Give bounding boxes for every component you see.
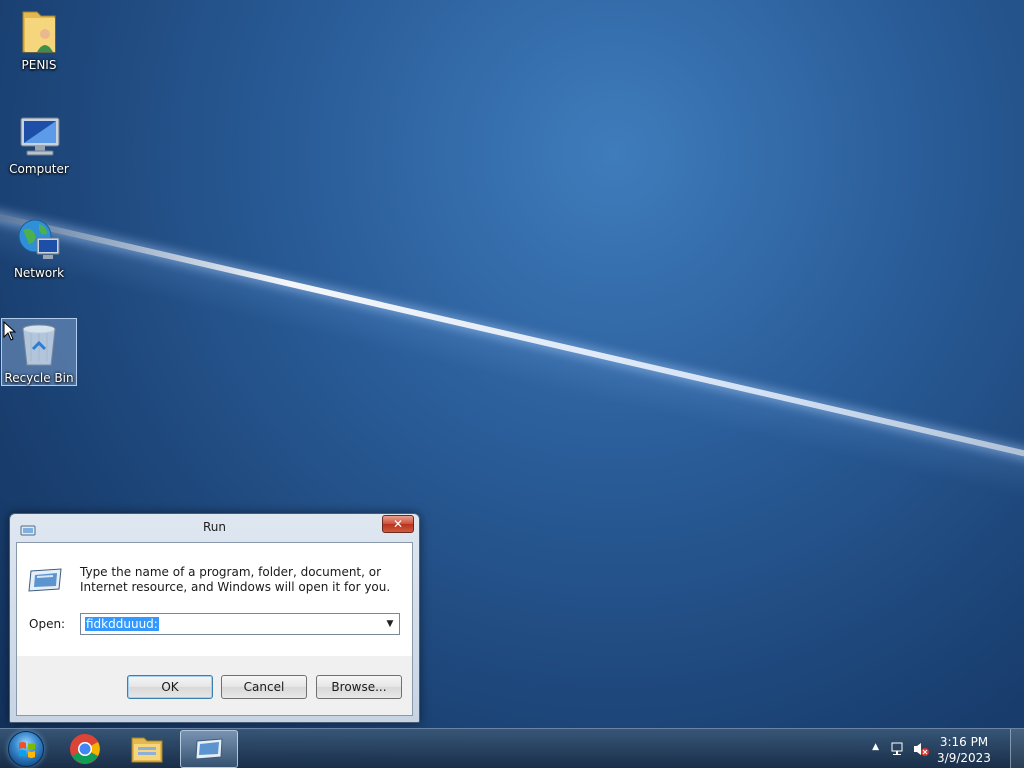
network-icon <box>15 216 63 264</box>
explorer-icon <box>131 737 163 763</box>
taskbar-chrome[interactable] <box>56 730 114 768</box>
ok-button[interactable]: OK <box>127 675 213 699</box>
run-program-icon <box>27 567 63 593</box>
desktop-icon-label: Computer <box>9 162 69 176</box>
desktop-icon-label: Network <box>13 266 65 280</box>
title-bar[interactable]: Run ✕ <box>10 514 419 540</box>
desktop-icon-network[interactable]: Network <box>1 214 77 282</box>
cancel-button[interactable]: Cancel <box>221 675 307 699</box>
dialog-client-area: Type the name of a program, folder, docu… <box>16 542 413 716</box>
close-icon: ✕ <box>392 517 404 531</box>
chrome-icon <box>70 734 100 764</box>
clock[interactable]: 3:16 PM 3/9/2023 <box>934 734 994 766</box>
clock-date: 3/9/2023 <box>937 751 991 765</box>
show-desktop-button[interactable] <box>1010 729 1024 768</box>
desktop-icon-folder[interactable]: PENIS <box>1 6 77 74</box>
computer-icon <box>15 112 63 160</box>
dialog-content-panel: Type the name of a program, folder, docu… <box>17 543 412 656</box>
taskbar-run[interactable] <box>180 730 238 768</box>
desktop-icon-computer[interactable]: Computer <box>1 110 77 178</box>
volume-muted-icon[interactable] <box>912 741 930 761</box>
desktop-icon-label: Recycle Bin <box>4 371 74 385</box>
run-icon <box>195 738 223 760</box>
open-label: Open: <box>29 617 66 631</box>
desktop-icon-label: PENIS <box>21 58 57 72</box>
dialog-title: Run <box>202 520 226 534</box>
taskbar-explorer[interactable] <box>118 730 176 768</box>
browse-button[interactable]: Browse... <box>316 675 402 699</box>
open-combobox[interactable]: fidkdduuud: ▼ <box>80 613 400 635</box>
network-status-icon[interactable] <box>890 741 906 761</box>
run-dialog: Run ✕ Type the name of a program, folder… <box>9 513 420 723</box>
dialog-description: Type the name of a program, folder, docu… <box>80 565 391 594</box>
show-hidden-icons-button[interactable]: ▲ <box>872 742 879 752</box>
close-button[interactable]: ✕ <box>382 515 414 533</box>
recycle-bin-icon <box>15 321 63 369</box>
windows-logo-icon <box>19 742 35 758</box>
taskbar: ▲ 3:16 PM 3/9/2023 <box>0 728 1024 768</box>
user-folder-icon <box>15 8 63 56</box>
clock-time: 3:16 PM <box>939 735 989 749</box>
mouse-cursor-icon <box>3 320 17 345</box>
chevron-down-icon[interactable]: ▼ <box>383 617 397 631</box>
open-input[interactable]: fidkdduuud: <box>85 617 159 631</box>
desktop: PENIS Computer Network Recycle Bin Run ✕… <box>0 0 1024 728</box>
start-button[interactable] <box>8 731 44 767</box>
